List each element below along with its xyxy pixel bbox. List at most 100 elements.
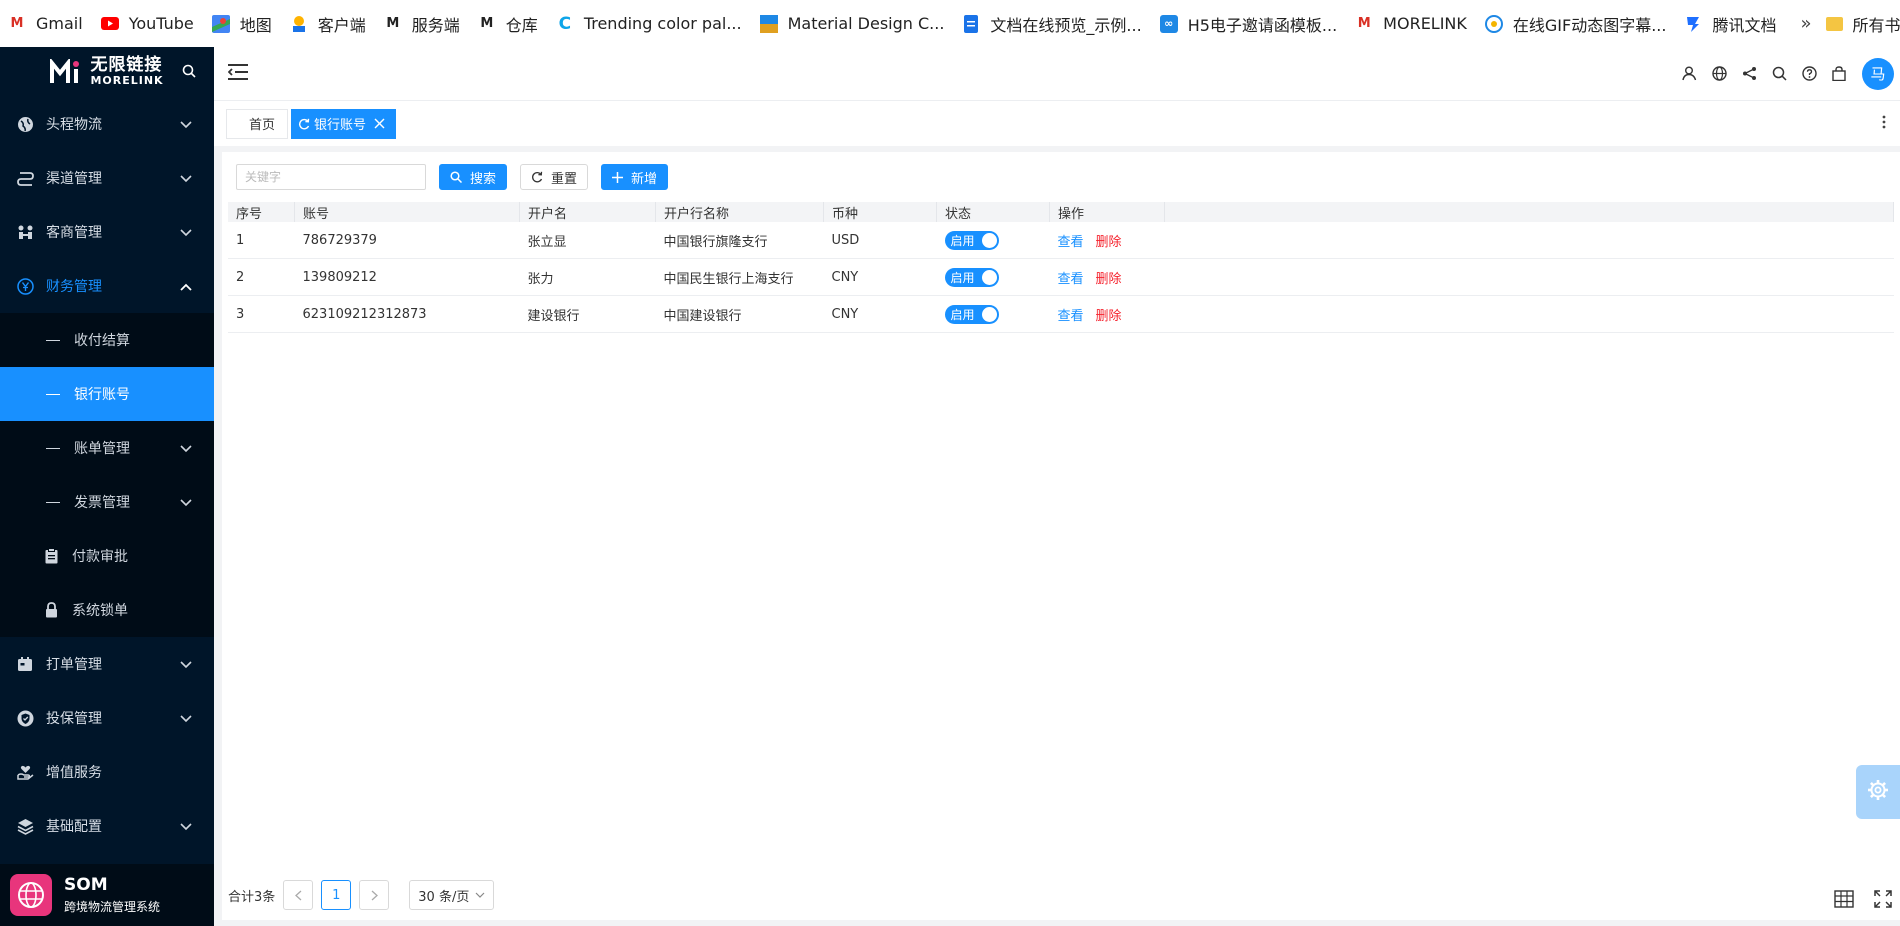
all-bookmarks-button[interactable]: 所有书签	[1825, 12, 1900, 36]
sidebar-item-system-lock[interactable]: 系统锁单	[0, 583, 214, 637]
bank-account-table: 序号 账号 开户名 开户行名称 币种 状态 操作 1 786729379 张立显…	[228, 202, 1894, 333]
logo-cn: 无限链接	[90, 55, 163, 76]
chevron-down-icon	[180, 441, 192, 457]
settings-gear-button[interactable]	[1856, 765, 1900, 819]
column-header-bank[interactable]: 开户行名称	[655, 202, 824, 222]
column-header-holder[interactable]: 开户名	[519, 202, 656, 222]
share-icon[interactable]	[1734, 59, 1764, 89]
status-toggle[interactable]: 启用	[944, 230, 999, 250]
avatar[interactable]: 马	[1862, 57, 1894, 90]
menu-item-value-added-services[interactable]: 增值服务	[0, 745, 214, 799]
chevron-down-icon	[180, 117, 192, 133]
prev-page-button[interactable]	[283, 880, 314, 910]
cell-holder: 张力	[519, 258, 656, 296]
search-button[interactable]: 搜索	[439, 164, 508, 190]
page-size-select[interactable]: 30 条/页	[409, 880, 495, 910]
close-icon[interactable]	[374, 118, 385, 129]
status-toggle[interactable]: 启用	[944, 267, 999, 287]
bookmark-doc-preview[interactable]: 文档在线预览_示例...	[954, 0, 1151, 47]
view-link[interactable]: 查看	[1058, 309, 1084, 324]
tab-home[interactable]: 首页	[226, 108, 289, 139]
refresh-icon[interactable]	[298, 118, 310, 130]
menu-item-headhaul-logistics[interactable]: 头程物流	[0, 97, 214, 151]
chevron-down-icon	[180, 657, 192, 673]
sidebar-item-invoice-management[interactable]: 发票管理	[0, 475, 214, 529]
help-icon[interactable]	[1794, 59, 1824, 89]
column-header-filler	[1164, 202, 1894, 222]
bookmark-client[interactable]: 客户端	[282, 0, 376, 47]
cell-holder: 张立显	[519, 222, 656, 259]
menu-item-basic-config[interactable]: 基础配置	[0, 799, 214, 853]
view-link[interactable]: 查看	[1058, 272, 1084, 287]
column-header-currency[interactable]: 币种	[823, 202, 937, 222]
layers-icon	[16, 817, 34, 835]
next-page-button[interactable]	[359, 880, 390, 910]
search-icon[interactable]	[1764, 59, 1794, 89]
status-toggle[interactable]: 启用	[944, 304, 999, 324]
bookmark-gif[interactable]: 在线GIF动态图字幕...	[1477, 0, 1677, 47]
top-header: 马	[214, 47, 1900, 100]
menu-fold-icon[interactable]	[227, 63, 248, 84]
bookmark-gmail[interactable]: M Gmail	[0, 0, 93, 47]
menu-item-print-management[interactable]: 打单管理	[0, 637, 214, 691]
keyword-input[interactable]	[236, 164, 426, 190]
plus-icon	[612, 171, 624, 183]
add-button[interactable]: 新增	[601, 164, 669, 190]
sidebar-item-bill-management[interactable]: 账单管理	[0, 421, 214, 475]
bookmark-coolors[interactable]: C Trending color pal...	[548, 0, 752, 47]
search-icon[interactable]	[182, 64, 196, 82]
chevron-down-icon	[475, 892, 485, 898]
menu-item-channel-management[interactable]: 渠道管理	[0, 151, 214, 205]
dash-icon	[46, 501, 60, 503]
cell-bank: 中国建设银行	[655, 295, 824, 333]
table-header-row: 序号 账号 开户名 开户行名称 币种 状态 操作	[228, 202, 1894, 222]
table-settings-icon[interactable]	[1834, 890, 1854, 908]
cell-account: 623109212312873	[294, 295, 520, 333]
shield-icon	[16, 709, 34, 727]
coolors-icon: C	[558, 13, 572, 34]
chevron-left-icon	[294, 890, 302, 900]
reset-button[interactable]: 重置	[520, 164, 589, 190]
fullscreen-icon[interactable]	[1874, 890, 1892, 908]
shopping-bag-icon[interactable]	[1824, 59, 1854, 89]
doc-icon	[962, 14, 980, 33]
youtube-icon	[100, 15, 119, 33]
menu-item-finance-management[interactable]: 财务管理	[0, 259, 214, 313]
sidebar-item-payment-approval[interactable]: 付款审批	[0, 529, 214, 583]
cell-bank: 中国民生银行上海支行	[655, 258, 824, 296]
column-header-actions[interactable]: 操作	[1049, 202, 1165, 222]
cell-currency: USD	[823, 222, 937, 259]
bookmark-h5[interactable]: ∞ H5电子邀请函模板...	[1152, 0, 1347, 47]
view-link[interactable]: 查看	[1058, 235, 1084, 250]
cell-index: 2	[228, 258, 295, 296]
menu-item-insurance-management[interactable]: 投保管理	[0, 691, 214, 745]
more-vertical-icon[interactable]	[1882, 115, 1886, 133]
bookmark-morelink[interactable]: M MORELINK	[1347, 0, 1477, 47]
dash-icon	[46, 447, 60, 449]
menu-item-merchant-management[interactable]: 客商管理	[0, 205, 214, 259]
tabs-bar: 首页 银行账号	[214, 100, 1900, 146]
bookmark-youtube[interactable]: YouTube	[93, 0, 204, 47]
sidebar: 无限链接 MORELINK 头程物流 渠道管理 客商管理 财务管理 收付结算 银…	[0, 47, 214, 926]
column-header-index[interactable]: 序号	[228, 202, 295, 222]
column-header-status[interactable]: 状态	[936, 202, 1050, 222]
bookmarks-overflow-button[interactable]: »	[1787, 13, 1826, 34]
user-switch-icon[interactable]	[1674, 59, 1704, 89]
delete-link[interactable]: 删除	[1096, 272, 1122, 287]
gif-icon	[1484, 14, 1503, 33]
delete-link[interactable]: 删除	[1096, 235, 1122, 250]
sidebar-item-settlement[interactable]: 收付结算	[0, 313, 214, 367]
bookmark-material[interactable]: Material Design C...	[752, 0, 955, 47]
page-number[interactable]: 1	[321, 880, 352, 910]
yen-icon	[16, 277, 34, 295]
bookmark-maps[interactable]: 地图	[204, 0, 282, 47]
globe-language-icon[interactable]	[1704, 59, 1734, 89]
sidebar-item-bank-account[interactable]: 银行账号	[0, 367, 214, 421]
bookmark-tencent-docs[interactable]: 腾讯文档	[1676, 0, 1786, 47]
delete-link[interactable]: 删除	[1096, 309, 1122, 324]
tab-bank-account[interactable]: 银行账号	[291, 108, 397, 139]
column-header-account[interactable]: 账号	[294, 202, 520, 222]
logo[interactable]: 无限链接 MORELINK	[0, 47, 214, 97]
bookmark-warehouse[interactable]: M 仓库	[470, 0, 548, 47]
bookmark-server[interactable]: M 服务端	[376, 0, 470, 47]
